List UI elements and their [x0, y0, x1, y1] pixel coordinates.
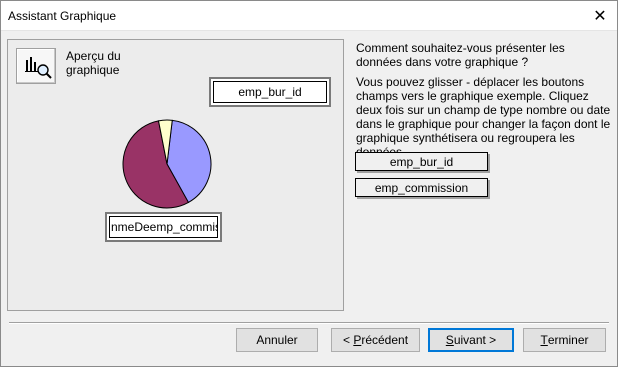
- window-title: Assistant Graphique: [8, 9, 117, 23]
- series-drop-field[interactable]: emp_bur_id: [209, 77, 331, 107]
- next-rest: uivant >: [453, 333, 497, 347]
- field-button-emp-bur-id[interactable]: emp_bur_id: [355, 152, 488, 171]
- preview-label: Aperçu du graphique: [66, 49, 121, 77]
- finish-rest: erminer: [547, 333, 589, 347]
- chart-zoom-icon: [16, 48, 56, 84]
- title-bar: Assistant Graphique ✕: [1, 1, 617, 31]
- data-drop-field[interactable]: nmeDeemp_commiss: [105, 212, 222, 242]
- instructions: Comment souhaitez-vous présenter les don…: [356, 41, 611, 165]
- instructions-help: Vous pouvez glisser - déplacer les bouto…: [356, 75, 611, 159]
- next-button[interactable]: Suivant >: [428, 328, 514, 352]
- pie-chart-preview: [122, 119, 212, 209]
- previous-prefix: <: [342, 333, 354, 347]
- chart-wizard-window: Assistant Graphique ✕ Aperçu du graphiqu…: [0, 0, 618, 367]
- previous-accel: P: [353, 333, 362, 347]
- field-button-emp-commission[interactable]: emp_commission: [355, 178, 488, 197]
- finish-button[interactable]: Terminer: [523, 328, 606, 352]
- data-field-label: nmeDeemp_commiss: [109, 216, 218, 238]
- cancel-button[interactable]: Annuler: [236, 328, 318, 352]
- previous-button[interactable]: < Précédent: [331, 328, 420, 352]
- chart-preview-panel: Aperçu du graphique emp_bur_id nmeDeemp_…: [7, 39, 344, 311]
- instructions-question: Comment souhaitez-vous présenter les don…: [356, 41, 565, 69]
- previous-rest: récédent: [361, 333, 409, 347]
- finish-accel: T: [540, 333, 548, 347]
- close-icon[interactable]: ✕: [589, 6, 611, 26]
- series-field-label: emp_bur_id: [213, 81, 327, 103]
- next-accel: S: [445, 333, 454, 347]
- separator: [9, 322, 609, 324]
